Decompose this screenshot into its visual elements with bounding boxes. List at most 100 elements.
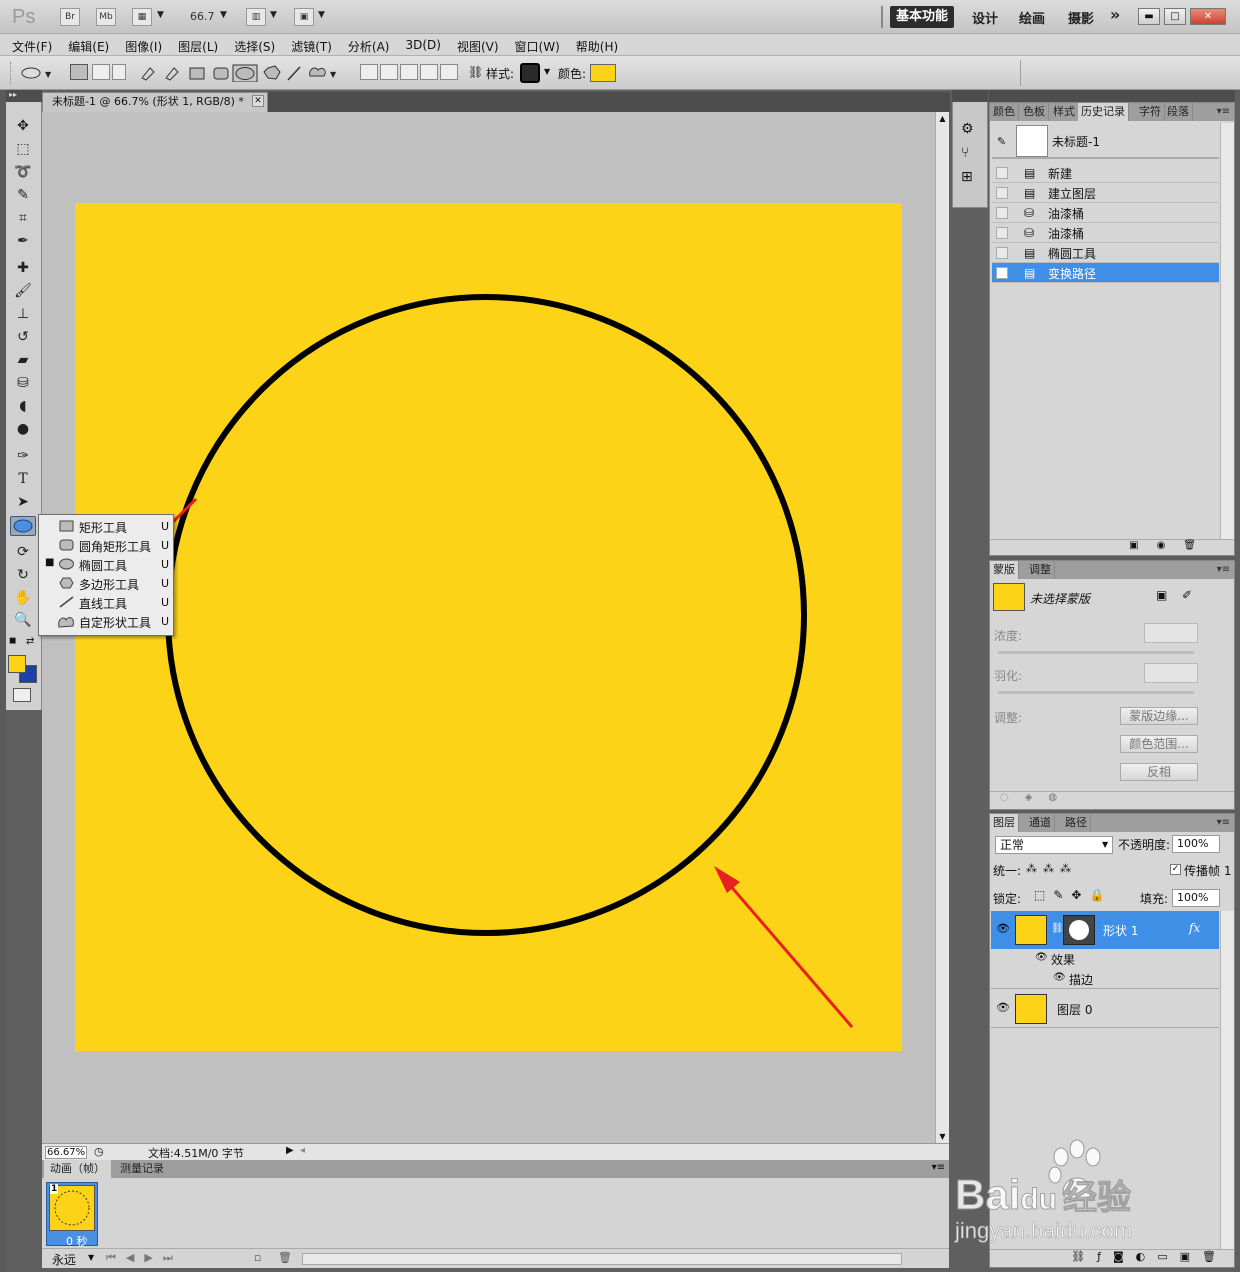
- chevron-down-icon[interactable]: ▼: [157, 10, 164, 20]
- chevron-down-icon[interactable]: ▼: [318, 10, 325, 20]
- foreground-color-swatch[interactable]: [8, 655, 26, 673]
- new-frame-icon[interactable]: ▫: [254, 1251, 261, 1264]
- layer-row-shape1[interactable]: 👁 ⛓ 形状 1 fx: [991, 911, 1219, 949]
- panel-menu-icon[interactable]: ▾≡: [1217, 564, 1230, 575]
- propagate-checkbox[interactable]: ✓: [1170, 864, 1181, 875]
- menu-layer[interactable]: 图层(L): [178, 34, 226, 55]
- zoom-level[interactable]: 66.7: [190, 10, 215, 23]
- layer-effects-row[interactable]: 👁 效果: [991, 949, 1219, 969]
- lasso-tool-icon[interactable]: ➰: [10, 162, 36, 182]
- menu-view[interactable]: 视图(V): [457, 34, 507, 55]
- more-workspaces-icon[interactable]: »: [1110, 5, 1120, 24]
- blend-mode-select[interactable]: 正常: [995, 836, 1113, 854]
- maximize-button[interactable]: □: [1164, 8, 1186, 25]
- document-tab[interactable]: 未标题-1 @ 66.7% (形状 1, RGB/8) *: [42, 92, 268, 112]
- feather-field[interactable]: [1144, 663, 1198, 683]
- quick-select-tool-icon[interactable]: ✎: [10, 185, 36, 205]
- tab-layers[interactable]: 图层: [990, 814, 1019, 832]
- trash-icon[interactable]: 🗑: [278, 1251, 292, 1264]
- chevron-down-icon[interactable]: ▼: [270, 10, 277, 20]
- feather-slider[interactable]: [998, 691, 1194, 694]
- workspace-photography[interactable]: 摄影: [1068, 8, 1094, 27]
- eraser-tool-icon[interactable]: ▰: [10, 350, 36, 370]
- default-colors-icon[interactable]: ◼: [9, 636, 16, 646]
- eyedropper-tool-icon[interactable]: ✒: [10, 231, 36, 251]
- brushes-icon[interactable]: ⑂: [961, 145, 987, 161]
- opacity-input[interactable]: 100%: [1172, 835, 1220, 853]
- hand-tool-icon[interactable]: ✋: [10, 588, 36, 608]
- 3d-orbit-icon[interactable]: ↻: [10, 565, 36, 585]
- pixel-mask-icon[interactable]: ▣: [1156, 588, 1167, 602]
- history-state[interactable]: ⛁ 油漆桶: [992, 223, 1219, 243]
- visibility-eye-icon[interactable]: 👁: [996, 1001, 1010, 1014]
- tab-adjustments[interactable]: 调整: [1026, 561, 1055, 579]
- chevron-down-icon[interactable]: ▼: [544, 67, 550, 76]
- menu-edit[interactable]: 编辑(E): [68, 34, 117, 55]
- clone-stamp-icon[interactable]: ⊥: [10, 304, 36, 324]
- fx-icon[interactable]: fx: [1189, 921, 1200, 935]
- status-menu-icon[interactable]: ▶: [286, 1145, 294, 1156]
- workspace-essentials[interactable]: 基本功能: [890, 6, 954, 28]
- tab-swatches[interactable]: 色板: [1020, 103, 1049, 121]
- vector-mask-icon[interactable]: ✐: [1182, 588, 1192, 602]
- flyout-rectangle-tool[interactable]: 矩形工具 U: [39, 517, 173, 536]
- vertical-scrollbar[interactable]: ▲ ▼: [935, 112, 949, 1143]
- tool-preset-icon[interactable]: ▼: [20, 66, 54, 80]
- workspace-painting[interactable]: 绘画: [1019, 8, 1045, 27]
- flyout-line-tool[interactable]: 直线工具 U: [39, 593, 173, 612]
- color-swatch[interactable]: [590, 64, 616, 82]
- crop-tool-icon[interactable]: ⌗: [10, 208, 36, 228]
- blur-tool-icon[interactable]: ◖: [10, 396, 36, 416]
- workspace-design[interactable]: 设计: [972, 8, 998, 27]
- style-picker[interactable]: [520, 63, 540, 83]
- pen-tool-icon[interactable]: ✑: [10, 446, 36, 466]
- flyout-custom-shape-tool[interactable]: 自定形状工具 U: [39, 612, 173, 631]
- view-extras-icon[interactable]: ▦: [132, 8, 152, 26]
- new-shape-layer-icon[interactable]: [360, 64, 378, 80]
- history-footer-icons[interactable]: ▣◉🗑: [990, 539, 1234, 555]
- tab-paths[interactable]: 路径: [1062, 814, 1091, 832]
- link-icon[interactable]: ⛓: [468, 65, 483, 79]
- clone-source-icon[interactable]: ⊞: [961, 169, 987, 185]
- color-range-button[interactable]: 颜色范围...: [1120, 735, 1198, 753]
- panel-menu-icon[interactable]: ▾≡: [1217, 817, 1230, 828]
- close-button[interactable]: ✕: [1190, 8, 1226, 25]
- tab-character[interactable]: 字符: [1136, 103, 1165, 121]
- menu-file[interactable]: 文件(F): [12, 34, 60, 55]
- tools-panel-header[interactable]: ▸▸: [6, 90, 42, 102]
- exclude-shape-icon[interactable]: [440, 64, 458, 80]
- close-tab-icon[interactable]: ✕: [252, 95, 264, 107]
- scroll-left-icon[interactable]: ◂: [300, 1145, 305, 1156]
- link-icon[interactable]: ⛓: [1051, 923, 1064, 934]
- history-state[interactable]: ⛁ 油漆桶: [992, 203, 1219, 223]
- history-scrollbar[interactable]: [1220, 123, 1234, 539]
- tab-measurement-log[interactable]: 测量记录: [114, 1160, 170, 1178]
- visibility-eye-icon[interactable]: 👁: [1035, 952, 1048, 963]
- flyout-polygon-tool[interactable]: 多边形工具 U: [39, 574, 173, 593]
- fill-input[interactable]: 100%: [1172, 889, 1220, 907]
- tool-presets-icon[interactable]: ⚙: [961, 121, 987, 137]
- minimize-button[interactable]: ▬: [1138, 8, 1160, 25]
- flyout-rounded-rectangle-tool[interactable]: 圆角矩形工具 U: [39, 536, 173, 555]
- status-zoom[interactable]: 66.67%: [45, 1146, 87, 1159]
- brush-tool-icon[interactable]: 🖌: [10, 281, 36, 301]
- snapshot-brush-icon[interactable]: ✎: [997, 135, 1006, 148]
- bridge-button[interactable]: Br: [60, 8, 80, 26]
- menu-select[interactable]: 选择(S): [234, 34, 283, 55]
- status-icon[interactable]: ◷: [94, 1145, 104, 1158]
- dodge-tool-icon[interactable]: ●: [10, 419, 36, 439]
- marquee-tool-icon[interactable]: ⬚: [10, 139, 36, 159]
- tab-channels[interactable]: 通道: [1026, 814, 1055, 832]
- visibility-eye-icon[interactable]: 👁: [996, 922, 1010, 935]
- ellipse-tool-icon[interactable]: [10, 516, 36, 536]
- screen-mode-icon[interactable]: ▣: [294, 8, 314, 26]
- history-brush-icon[interactable]: ↺: [10, 327, 36, 347]
- tab-history[interactable]: 历史记录: [1078, 103, 1129, 121]
- mask-edge-button[interactable]: 蒙版边缘...: [1120, 707, 1198, 725]
- paint-bucket-icon[interactable]: ⛁: [10, 373, 36, 393]
- lock-icons[interactable]: ⬚✎✥🔒: [1034, 888, 1112, 902]
- unify-icons[interactable]: ⁂⁂⁂: [1026, 862, 1077, 875]
- tab-styles[interactable]: 样式: [1050, 103, 1079, 121]
- masks-footer-icons[interactable]: ◌◈◍: [990, 791, 1234, 809]
- layer-effect-stroke-row[interactable]: 👁 描边: [991, 969, 1219, 989]
